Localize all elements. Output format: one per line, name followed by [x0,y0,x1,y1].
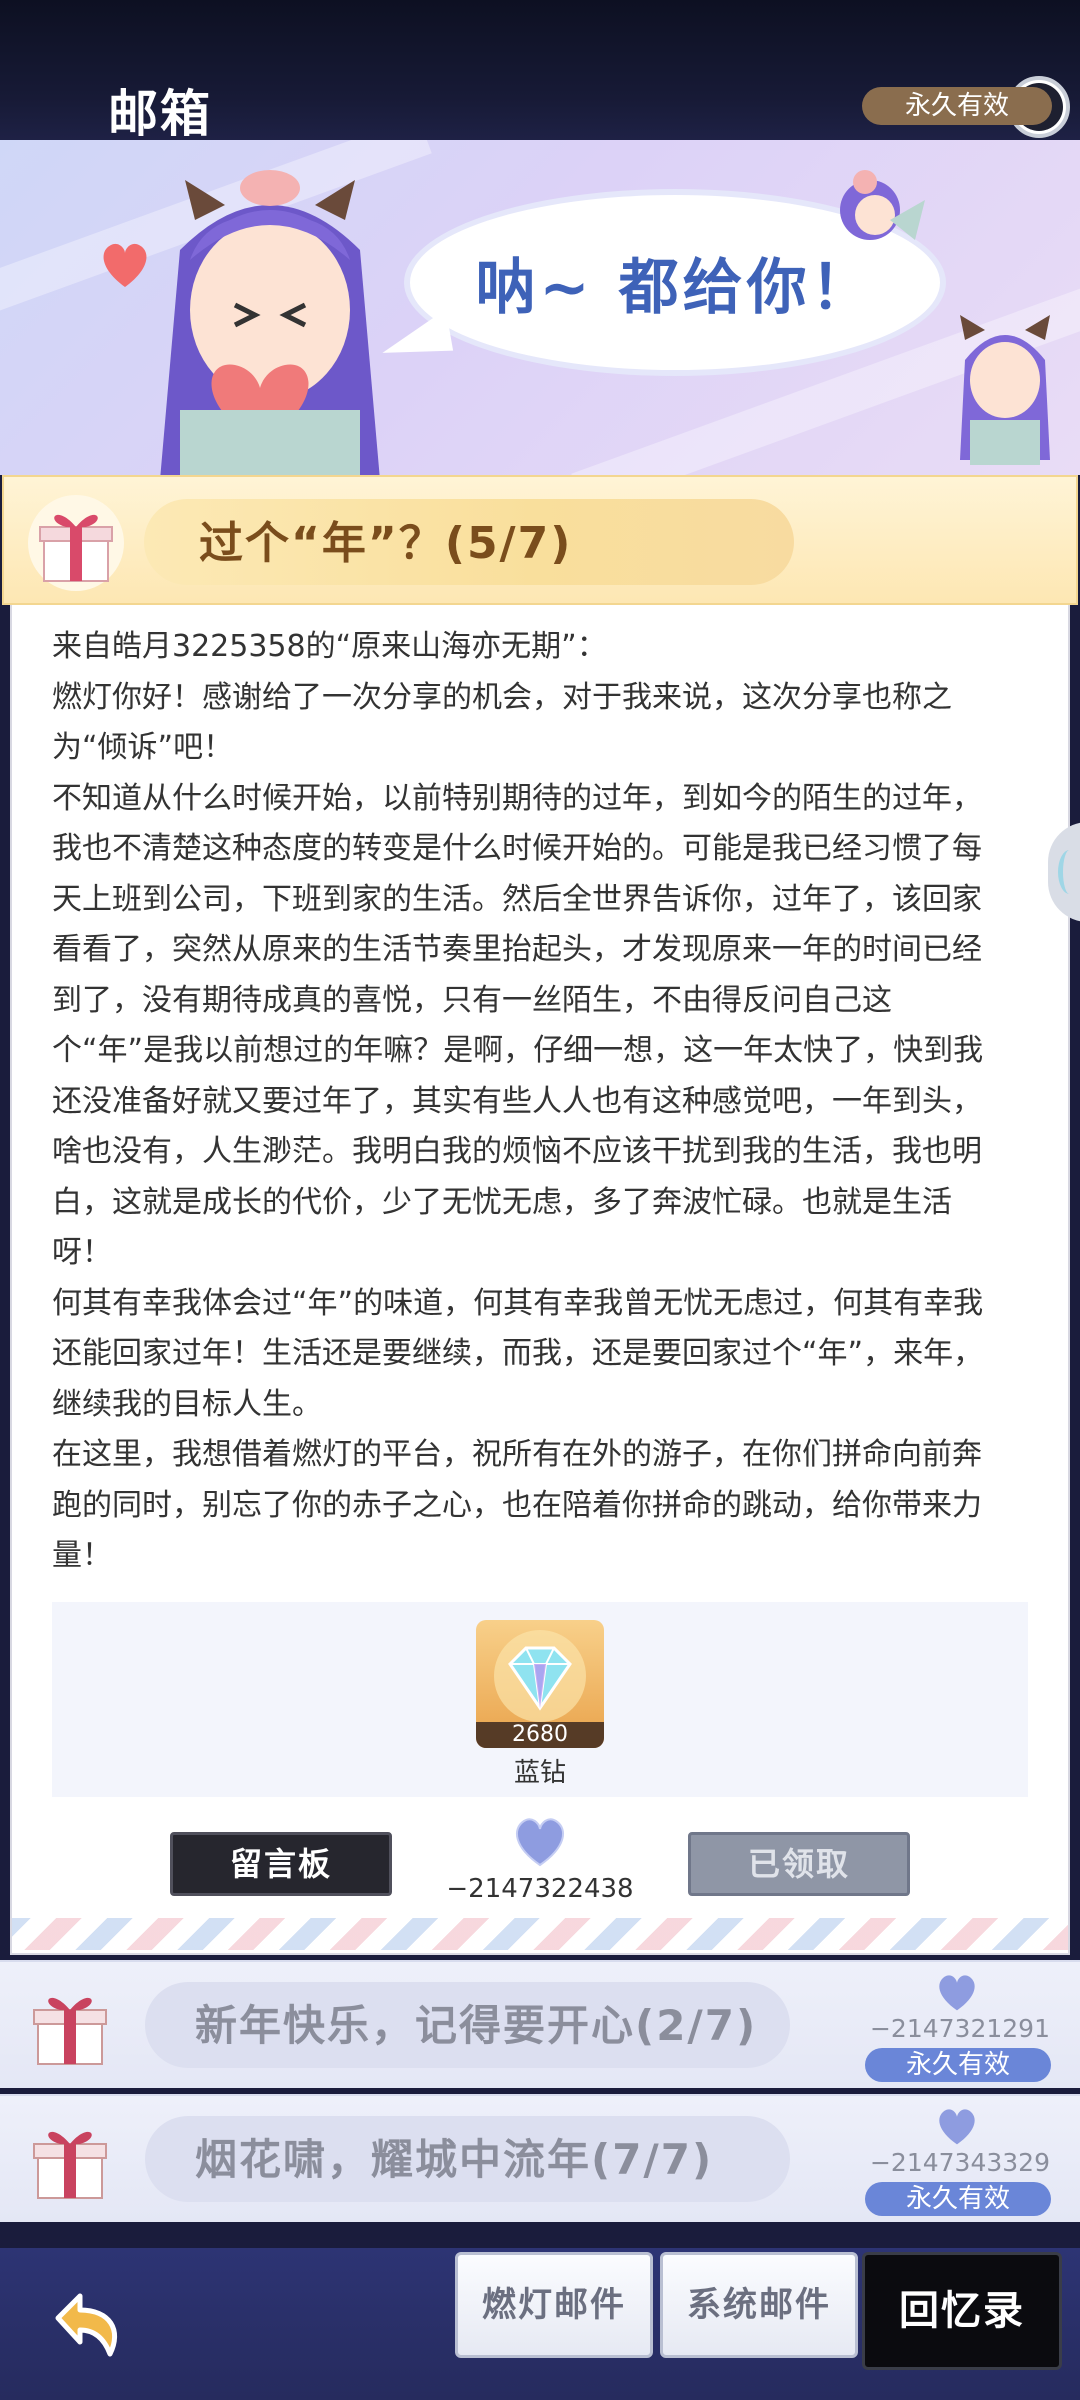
reward-name: 蓝钻 [513,1758,566,1788]
heart-like-icon[interactable] [510,1815,570,1867]
letter-paragraph: 燃灯你好！感谢给了一次分享的机会，对于我来说，这次分享也称之为“倾诉”吧！ [52,679,952,766]
validity-badge: 永久有效 [862,87,1052,125]
back-arrow-icon[interactable] [30,2268,140,2378]
gift-box-icon [28,495,124,591]
mail-list-item[interactable]: 新年快乐，记得要开心(2/7) −2147321291 永久有效 [0,1960,1080,2088]
like-count: −2147321291 [869,2014,1050,2043]
gift-box-icon [33,2131,107,2199]
like-count: −2147322438 [446,1874,634,1904]
mail-list-item[interactable]: 烟花啸，耀城中流年(7/7) −2147343329 永久有效 [0,2094,1080,2222]
validity-badge: 永久有效 [865,2048,1051,2082]
tab-randeng-mail[interactable]: 燃灯邮件 [455,2252,653,2358]
letter-paragraph: 在这里，我想借着燃灯的平台，祝所有在外的游子，在你们拼命向前奔跑的同时，别忘了你… [52,1437,982,1573]
flying-mascot-illustration [840,170,925,240]
message-board-button[interactable]: 留言板 [170,1832,392,1896]
tab-system-mail[interactable]: 系统邮件 [660,2252,858,2358]
tab-memoir[interactable]: 回忆录 [862,2252,1062,2370]
like-count: −2147343329 [869,2148,1050,2177]
heart-like-icon [939,1975,975,2011]
gift-box-icon [33,1997,107,2065]
mail-title: 过个“年”？(5/7) [199,518,573,569]
validity-badge: 永久有效 [865,2182,1051,2216]
reward-count: 2680 [476,1722,604,1748]
reward-item[interactable]: 2680 [476,1620,604,1748]
letter-body: 来自皓月3225358的“原来山海亦无期”： 燃灯你好！感谢给了一次分享的机会，… [52,622,1008,1582]
letter-paragraph: 不知道从什么时候开始，以前特别期待的过年，到如今的陌生的过年，我也不清楚这种态度… [52,780,984,1271]
mail-header-selected[interactable]: 过个“年”？(5/7) [2,475,1078,605]
mascot-girl-illustration [160,170,380,475]
airmail-border [12,1918,1068,1950]
letter-paragraph: 何其有幸我体会过“年”的味道，何其有幸我曾无忧无虑过，何其有幸我还能回家过年！生… [52,1285,984,1422]
page-title: 邮箱 [108,85,212,143]
mail-banner: 呐~ 都给你！ [0,140,1080,475]
mail-title: 新年快乐，记得要开心(2/7) [195,2001,758,2050]
mail-title: 烟花啸，耀城中流年(7/7) [195,2135,714,2184]
letter-paragraph: 来自皓月3225358的“原来山海亦无期”： [52,629,607,664]
heart-like-icon [939,2109,975,2145]
claimed-button: 已领取 [688,1832,910,1896]
small-mascot-illustration [960,315,1050,465]
